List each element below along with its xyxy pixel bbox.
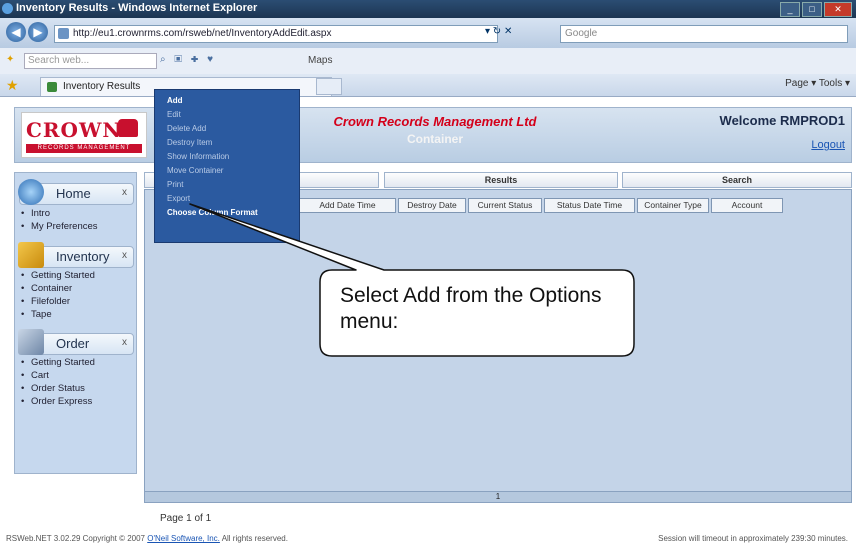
copyright-suffix: All rights reserved. — [219, 534, 288, 543]
footer: RSWeb.NET 3.02.29 Copyright © 2007 O'Nei… — [0, 530, 856, 551]
vendor-link[interactable]: O'Neil Software, Inc. — [147, 534, 220, 543]
session-timeout-text: Session will timeout in approximately 23… — [658, 534, 848, 543]
callout-bubble — [189, 203, 635, 357]
page-indicator: Page 1 of 1 — [160, 513, 212, 524]
callout-text: Select Add from the Options menu: — [340, 284, 602, 333]
copyright-text: RSWeb.NET 3.02.29 Copyright © 2007 O'Nei… — [6, 534, 288, 543]
copyright-prefix: RSWeb.NET 3.02.29 Copyright © 2007 — [6, 534, 148, 543]
